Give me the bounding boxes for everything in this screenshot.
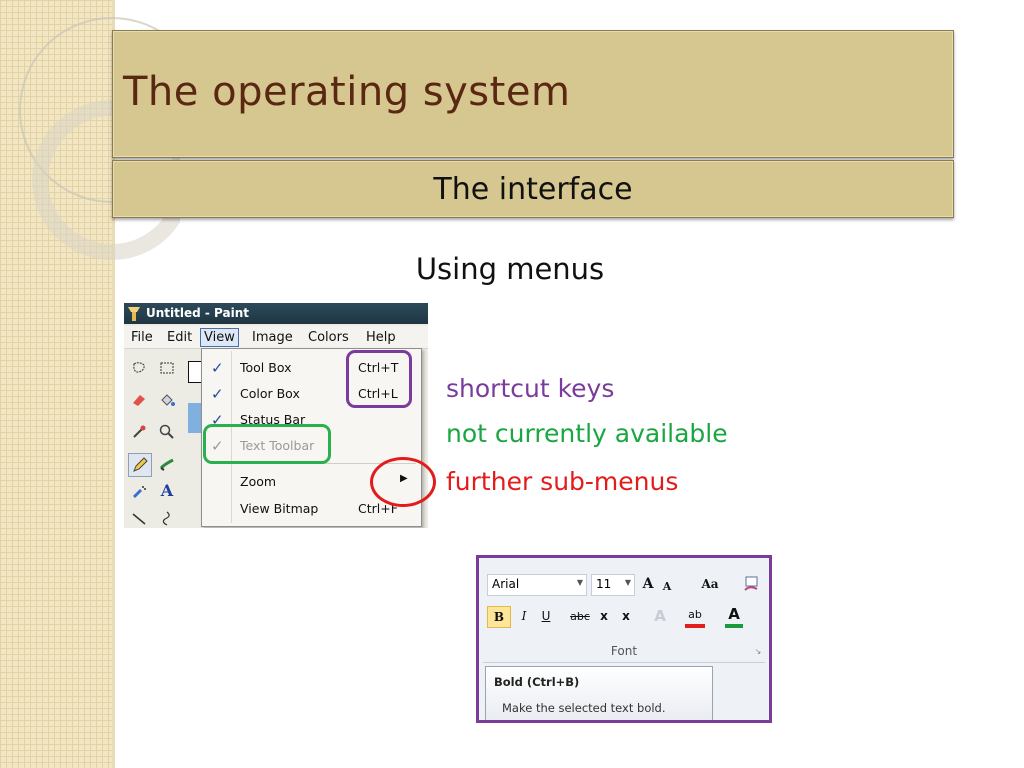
canvas-edge xyxy=(188,403,202,433)
pencil-icon[interactable] xyxy=(128,453,152,477)
menu-image[interactable]: Image xyxy=(249,329,296,346)
magnifier-icon[interactable] xyxy=(158,423,176,441)
legend-not-available: not currently available xyxy=(446,419,728,448)
text-tool-icon[interactable]: A xyxy=(158,481,176,500)
title-bar: The operating system xyxy=(112,30,954,158)
shortcut-keys-highlight xyxy=(346,350,412,408)
menu-bar: File Edit View Image Colors Help xyxy=(124,326,428,349)
menu-item-label: Tool Box xyxy=(240,360,292,375)
section-heading: Using menus xyxy=(415,252,605,286)
paint-app-icon xyxy=(128,307,140,321)
font-group-label: Font xyxy=(610,644,638,658)
color-picker-icon[interactable] xyxy=(130,423,148,441)
ribbon-font-group: Arial ▼ 11 ▼ A A Aa B I U abc x x A ab A… xyxy=(476,555,772,723)
group-divider xyxy=(483,662,765,663)
check-icon: ✓ xyxy=(211,359,224,377)
slide-subtitle: The interface xyxy=(433,172,633,207)
tooltip-description: Make the selected text bold. xyxy=(502,701,666,715)
unavailable-item-highlight xyxy=(203,424,331,464)
legend-sub-menus: further sub-menus xyxy=(446,467,679,496)
dialog-launcher-icon[interactable]: ↘ xyxy=(753,646,763,656)
menu-item-label: Zoom xyxy=(240,474,277,489)
chevron-down-icon: ▼ xyxy=(624,578,631,587)
subscript-button[interactable]: x xyxy=(597,606,611,626)
free-select-icon[interactable] xyxy=(130,359,148,377)
font-size-combo[interactable]: 11 ▼ xyxy=(591,574,635,596)
fill-bucket-icon[interactable] xyxy=(158,391,176,409)
curve-tool-icon[interactable] xyxy=(158,509,176,527)
font-size-value: 11 xyxy=(596,577,612,591)
font-name-combo[interactable]: Arial ▼ xyxy=(487,574,587,596)
rect-select-icon[interactable] xyxy=(158,359,176,377)
submenu-arrow-highlight xyxy=(370,457,436,507)
text-effects-icon[interactable]: A xyxy=(651,606,669,626)
line-tool-icon[interactable] xyxy=(130,509,148,527)
font-color-icon[interactable]: A xyxy=(725,604,743,628)
bold-button[interactable]: B xyxy=(487,606,511,628)
paint-window-title: Untitled - Paint xyxy=(146,306,250,320)
eraser-icon[interactable] xyxy=(130,391,148,409)
menu-help[interactable]: Help xyxy=(363,329,399,346)
airbrush-icon[interactable] xyxy=(130,483,148,501)
menu-view[interactable]: View xyxy=(200,328,239,347)
bold-tooltip: Bold (Ctrl+B) Make the selected text bol… xyxy=(485,666,713,720)
menu-colors[interactable]: Colors xyxy=(305,329,352,346)
subtitle-bar: The interface xyxy=(112,160,954,218)
clear-formatting-icon[interactable] xyxy=(741,574,761,594)
font-name-value: Arial xyxy=(492,577,520,591)
menu-item-label: Color Box xyxy=(240,386,300,401)
slide-title: The operating system xyxy=(123,69,571,115)
menu-item-label: View Bitmap xyxy=(240,501,319,516)
legend-shortcut-keys: shortcut keys xyxy=(446,374,615,403)
change-case-icon[interactable]: Aa xyxy=(697,574,723,594)
superscript-button[interactable]: x xyxy=(619,606,633,626)
paint-title-bar: Untitled - Paint xyxy=(124,303,428,324)
tooltip-title: Bold (Ctrl+B) xyxy=(494,675,580,689)
shrink-font-icon[interactable]: A xyxy=(659,576,675,596)
underline-button[interactable]: U xyxy=(539,606,553,626)
menu-edit[interactable]: Edit xyxy=(164,329,195,346)
strikethrough-button[interactable]: abc xyxy=(569,606,591,626)
menu-file[interactable]: File xyxy=(128,329,156,346)
check-icon: ✓ xyxy=(211,385,224,403)
brush-icon[interactable] xyxy=(158,455,176,473)
grow-font-icon[interactable]: A xyxy=(639,574,657,594)
chevron-down-icon: ▼ xyxy=(576,578,583,587)
italic-button[interactable]: I xyxy=(517,606,531,626)
highlight-color-icon[interactable]: ab xyxy=(685,604,705,628)
